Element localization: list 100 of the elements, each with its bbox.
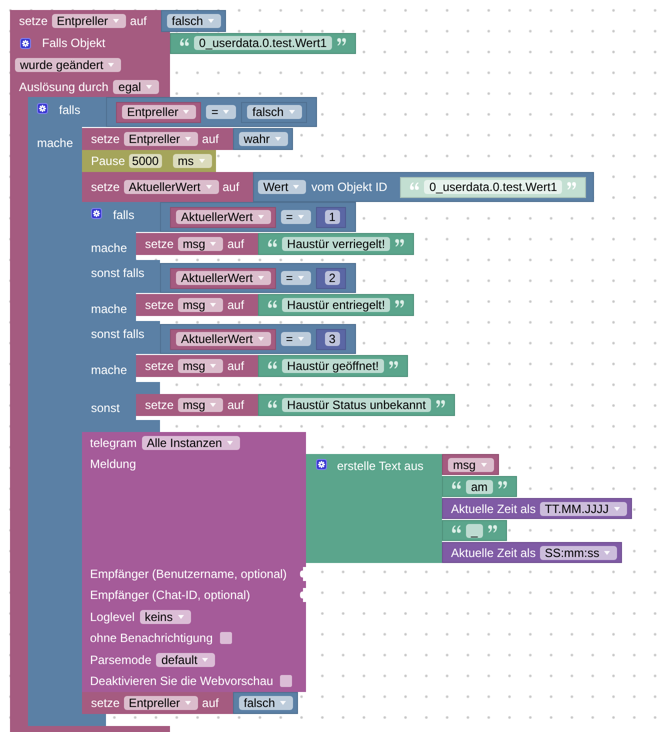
text-field[interactable]: Haustür verriegelt!	[282, 237, 390, 251]
gear-icon[interactable]	[91, 208, 102, 219]
block-label: sonst falls	[91, 327, 144, 341]
variable-dropdown[interactable]: AktuellerWert	[176, 271, 271, 285]
block-label: setze	[91, 180, 120, 194]
block-label: Pause	[91, 154, 126, 168]
variable-dropdown[interactable]: msg	[178, 359, 224, 373]
dropdown-arrow-icon	[298, 276, 304, 280]
gear-icon[interactable]	[316, 459, 327, 470]
text-field[interactable]: Haustür geöffnet!	[282, 359, 384, 373]
operator-dropdown[interactable]: =	[206, 105, 236, 119]
dropdown-arrow-icon	[146, 84, 152, 88]
operator-dropdown[interactable]: =	[280, 332, 311, 346]
boolean-dropdown[interactable]: falsch	[247, 105, 302, 119]
block-label: vom Objekt ID	[311, 180, 388, 194]
dropdown-arrow-icon	[614, 506, 620, 510]
dropdown-arrow-icon	[210, 242, 216, 246]
block-label: auf	[227, 398, 244, 412]
text-field[interactable]: Haustür Status unbekannt	[282, 398, 431, 412]
text-field[interactable]: Haustür entriegelt!	[282, 298, 390, 312]
format-dropdown[interactable]: TT.MM.JJJJ	[540, 502, 627, 516]
boolean-dropdown[interactable]: wahr	[238, 132, 288, 146]
dropdown-arrow-icon	[210, 364, 216, 368]
dropdown-arrow-icon	[298, 337, 304, 341]
checkbox[interactable]	[220, 632, 232, 644]
option-dropdown[interactable]: keins	[140, 610, 191, 624]
dropdown-arrow-icon	[258, 276, 264, 280]
source-dropdown[interactable]: egal	[113, 80, 160, 94]
block-label: setze	[91, 696, 120, 710]
event-dropdown[interactable]: wurde geändert	[15, 58, 122, 72]
variable-dropdown[interactable]: msg	[178, 237, 224, 251]
dropdown-arrow-icon	[258, 215, 264, 219]
block-label: auf	[227, 237, 244, 251]
block-label: sonst falls	[91, 266, 144, 280]
dropdown-arrow-icon	[185, 137, 192, 141]
dropdown-arrow-icon	[258, 337, 264, 341]
block-label: Empfänger (Benutzername, optional)	[90, 566, 287, 581]
close-quote-icon	[436, 400, 445, 408]
format-dropdown[interactable]: SS:mm:ss	[540, 546, 618, 560]
dropdown-arrow-icon	[185, 701, 192, 705]
block-label: auf	[222, 180, 240, 194]
block-label: setze	[91, 132, 120, 146]
gear-icon[interactable]	[37, 103, 48, 114]
gear-icon[interactable]	[20, 38, 31, 48]
dropdown-arrow-icon	[113, 19, 120, 23]
variable-dropdown[interactable]: AktuellerWert	[176, 210, 271, 224]
operator-dropdown[interactable]: =	[280, 210, 311, 224]
variable-dropdown[interactable]: msg	[178, 398, 224, 412]
dropdown-arrow-icon	[223, 110, 230, 114]
variable-dropdown[interactable]: AktuellerWert	[124, 180, 218, 194]
unit-dropdown[interactable]: ms	[172, 154, 212, 168]
variable-dropdown[interactable]: Entpreller	[122, 105, 196, 119]
block-label: falls	[113, 208, 134, 222]
dropdown-arrow-icon	[206, 185, 212, 189]
variable-dropdown[interactable]: Entpreller	[124, 696, 198, 710]
number-field[interactable]: 1	[324, 210, 340, 224]
variable-dropdown[interactable]: Entpreller	[124, 132, 198, 146]
boolean-dropdown[interactable]: falsch	[238, 696, 294, 710]
block-label: erstelle Text aus	[337, 459, 424, 473]
input-socket-icon	[300, 588, 306, 602]
text-field[interactable]: am	[466, 480, 493, 494]
close-quote-icon	[395, 300, 404, 308]
number-field[interactable]: 2	[324, 271, 340, 285]
variable-dropdown[interactable]: msg	[448, 458, 494, 472]
block-label: Loglevel	[90, 610, 135, 624]
text-field[interactable]: 0_userdata.0.test.Wert1	[194, 36, 332, 50]
variable-dropdown[interactable]: Entpreller	[52, 14, 126, 28]
dropdown-arrow-icon	[178, 614, 184, 619]
block-label: mache	[91, 241, 128, 255]
block-label: Aktuelle Zeit als	[451, 502, 536, 516]
block-label: auf	[227, 298, 244, 312]
variable-dropdown[interactable]: AktuellerWert	[176, 332, 271, 346]
instance-dropdown[interactable]: Alle Instanzen	[142, 436, 240, 450]
boolean-dropdown[interactable]: falsch	[166, 14, 222, 28]
number-field[interactable]: 3	[324, 332, 340, 346]
block-label: auf	[130, 14, 147, 28]
block-label: telegram	[90, 436, 137, 450]
number-field[interactable]: 5000	[129, 154, 162, 168]
dropdown-arrow-icon	[210, 303, 216, 307]
dropdown-arrow-icon	[108, 63, 114, 67]
option-dropdown[interactable]: default	[156, 652, 216, 667]
close-quote-icon	[388, 360, 398, 368]
block-label: sonst	[91, 401, 120, 415]
block-label: setze	[145, 398, 174, 412]
checkbox[interactable]	[280, 675, 292, 688]
open-quote-icon	[452, 481, 461, 489]
close-quote-icon	[488, 525, 497, 533]
open-quote-icon	[452, 525, 461, 533]
text-field[interactable]: _	[466, 524, 483, 538]
input-socket-icon	[300, 566, 306, 581]
block-label: mache	[37, 136, 74, 150]
variable-dropdown[interactable]: msg	[178, 298, 224, 312]
block-label: mache	[91, 302, 128, 316]
block-label: falls	[59, 103, 80, 117]
attribute-dropdown[interactable]: Wert	[258, 180, 306, 194]
block-label: Auslösung durch	[19, 80, 108, 94]
open-quote-icon	[180, 38, 189, 46]
operator-dropdown[interactable]: =	[280, 271, 311, 285]
text-field[interactable]: 0_userdata.0.test.Wert1	[424, 180, 562, 194]
dropdown-arrow-icon	[480, 462, 487, 466]
